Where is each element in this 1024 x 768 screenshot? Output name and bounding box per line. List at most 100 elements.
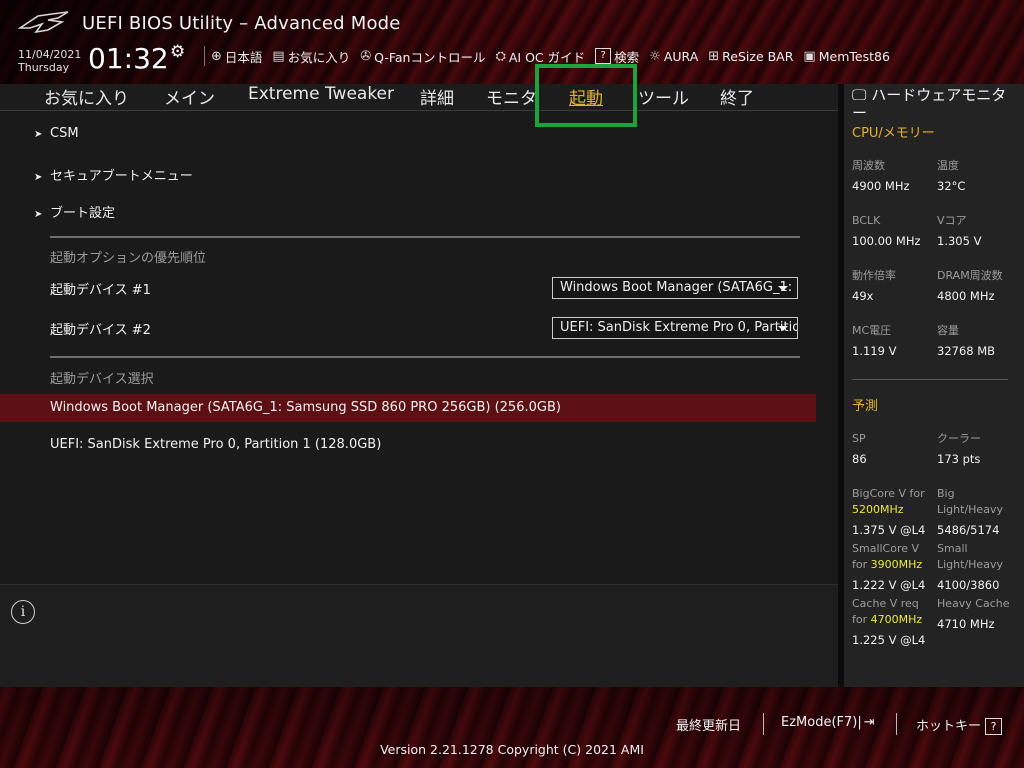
cache-freq: 4700MHz xyxy=(870,613,923,626)
stat-label: MC電圧 xyxy=(852,324,892,337)
select-value: UEFI: SanDisk Extreme Pro 0, Partition 1… xyxy=(560,320,797,335)
fan-icon: ✇ xyxy=(360,48,372,64)
boot-option-2-label: 起動デバイス #2 xyxy=(50,323,151,338)
small-value: 4100/3860 xyxy=(937,578,1000,592)
toolbar-ai-oc[interactable]: ⛭ AI OC ガイド xyxy=(495,47,585,66)
section-secure-boot[interactable]: ➤ セキュアブートメニュー xyxy=(34,165,193,184)
monitor-title-text: ハードウェアモニター xyxy=(852,86,1007,122)
small-label: Small Light/Heavy xyxy=(937,541,1003,573)
toolbar: ⊕ 日本語 ▤ お気に入り ✇ Q-Fanコントロール ⛭ AI OC ガイド ? 検索 … xyxy=(200,46,900,66)
tab-exit[interactable]: 終了 xyxy=(720,84,754,109)
big-label: Big Light/Heavy xyxy=(937,486,1003,518)
toolbar-resize-bar[interactable]: ⊞ ReSize BAR xyxy=(708,49,793,64)
ezmode-button[interactable]: EzMode(F7)| ⇥ xyxy=(781,715,875,730)
stat-value: 4900 MHz xyxy=(852,179,910,193)
date-display: 11/04/2021 Thursday xyxy=(18,48,81,74)
toolbar-divider xyxy=(204,46,205,66)
info-icon: i xyxy=(11,600,35,624)
prediction-heading: 予測 xyxy=(852,399,879,414)
cpu-memory-heading: CPU/メモリー xyxy=(852,126,935,141)
smallcore-label: SmallCore V for 3900MHz xyxy=(852,541,922,573)
hotkeys-button[interactable]: ホットキー? xyxy=(916,715,1003,735)
chevron-down-icon xyxy=(778,326,788,331)
toolbar-label: ReSize BAR xyxy=(722,48,794,64)
tab-monitor[interactable]: モニタ xyxy=(486,84,537,109)
last-modified-button[interactable]: 最終更新日 xyxy=(676,715,741,734)
smallcore-label-text: SmallCore V xyxy=(852,542,920,555)
toolbar-language[interactable]: ⊕ 日本語 xyxy=(211,47,262,66)
date-text: 11/04/2021 xyxy=(18,48,82,61)
section-label: セキュアブートメニュー xyxy=(50,169,193,184)
favorites-icon: ▤ xyxy=(272,48,285,64)
stat-value: 32768 MB xyxy=(937,344,996,358)
chevron-right-icon: ➤ xyxy=(34,209,43,220)
small-label-a: Small xyxy=(937,542,968,555)
hardware-monitor-panel: 🖵 ハードウェアモニター CPU/メモリー 周波数 4900 MHz 温度 32… xyxy=(844,84,1024,687)
toolbar-favorites[interactable]: ▤ お気に入り xyxy=(272,47,350,66)
stat-label: Vコア xyxy=(937,214,967,227)
cooler-label: クーラー xyxy=(937,432,981,445)
big-label-b: Light/Heavy xyxy=(937,503,1003,516)
app-title: UEFI BIOS Utility – Advanced Mode xyxy=(82,13,401,34)
stat-value: 1.119 V xyxy=(852,344,897,358)
monitor-icon: 🖵 xyxy=(852,86,867,104)
toolbar-label: 日本語 xyxy=(224,49,263,65)
smallcore-value: 1.222 V @L4 xyxy=(852,578,926,592)
section-boot-config[interactable]: ➤ ブート設定 xyxy=(34,202,115,221)
tab-favorites[interactable]: お気に入り xyxy=(44,84,129,109)
toolbar-search[interactable]: ? 検索 xyxy=(595,47,639,66)
header-bar: UEFI BIOS Utility – Advanced Mode 11/04/… xyxy=(0,0,1024,84)
tab-main[interactable]: メイン xyxy=(164,84,215,109)
main-tab-bar: お気に入り メイン Extreme Tweaker 詳細 モニタ 起動 ツール … xyxy=(0,84,838,111)
chevron-down-icon xyxy=(778,286,788,291)
main-panel: ➤ CSM ➤ セキュアブートメニュー ➤ ブート設定 起動オプションの優先順位 起動… xyxy=(0,111,838,577)
boot-priority-heading: 起動オプションの優先順位 xyxy=(50,251,207,266)
toolbar-aura[interactable]: ☼ AURA xyxy=(649,49,698,64)
stat-value: 49x xyxy=(852,289,874,303)
stat-label: 温度 xyxy=(937,159,959,172)
stat-value: 4800 MHz xyxy=(937,289,995,303)
cache-label: Cache V req for 4700MHz xyxy=(852,596,922,628)
boot-option-1-select[interactable]: Windows Boot Manager (SATA6G_1: Samsung … xyxy=(552,277,798,299)
tab-extreme-tweaker[interactable]: Extreme Tweaker xyxy=(248,84,394,104)
boot-device-windows[interactable]: Windows Boot Manager (SATA6G_1: Samsung … xyxy=(0,394,816,422)
gear-icon[interactable]: ⚙ xyxy=(170,42,185,62)
monitor-title: 🖵 ハードウェアモニター xyxy=(852,86,1020,122)
toolbar-label: Q-Fanコントロール xyxy=(374,49,486,65)
stat-value: 32°C xyxy=(937,179,966,193)
sp-value: 86 xyxy=(852,452,867,466)
toolbar-memtest[interactable]: ▣ MemTest86 xyxy=(803,49,889,64)
tab-tool[interactable]: ツール xyxy=(638,84,689,109)
chevron-right-icon: ➤ xyxy=(34,172,43,183)
boot-option-2-select[interactable]: UEFI: SanDisk Extreme Pro 0, Partition 1… xyxy=(552,317,798,339)
boot-device-sandisk[interactable]: UEFI: SanDisk Extreme Pro 0, Partition 1… xyxy=(0,431,816,459)
toolbar-label: 検索 xyxy=(614,49,640,65)
tab-advanced[interactable]: 詳細 xyxy=(420,84,454,109)
bigcore-label: BigCore V for 5200MHz xyxy=(852,486,925,518)
bigcore-freq: 5200MHz xyxy=(852,503,904,516)
cache-label-text: Cache V req xyxy=(852,597,919,610)
cache-value: 1.225 V @L4 xyxy=(852,633,926,647)
rog-logo xyxy=(18,11,69,34)
section-label: CSM xyxy=(50,126,79,141)
ai-oc-icon: ⛭ xyxy=(495,48,506,64)
help-icon: ? xyxy=(595,48,612,64)
help-info-bar: i xyxy=(0,584,838,688)
toolbar-label: MemTest86 xyxy=(818,48,890,64)
footer-bar: 最終更新日 EzMode(F7)| ⇥ ホットキー? Version 2.21.1… xyxy=(0,687,1024,768)
weekday-text: Thursday xyxy=(18,61,70,74)
section-csm[interactable]: ➤ CSM xyxy=(34,126,79,141)
stat-label: 容量 xyxy=(937,324,959,337)
smallcore-freq: 3900MHz xyxy=(870,558,923,571)
small-label-b: Light/Heavy xyxy=(937,558,1003,571)
big-label-a: Big xyxy=(937,487,955,500)
resize-bar-icon: ⊞ xyxy=(708,48,720,64)
toolbar-qfan[interactable]: ✇ Q-Fanコントロール xyxy=(360,47,485,66)
toolbar-label: AURA xyxy=(663,48,699,64)
toolbar-label: AI OC ガイド xyxy=(508,49,586,65)
memtest-icon: ▣ xyxy=(803,48,816,64)
globe-icon: ⊕ xyxy=(211,48,222,64)
stat-label: BCLK xyxy=(852,214,881,227)
clock-display: 01:32 xyxy=(88,42,169,75)
version-text: Version 2.21.1278 Copyright (C) 2021 AMI xyxy=(380,742,644,757)
